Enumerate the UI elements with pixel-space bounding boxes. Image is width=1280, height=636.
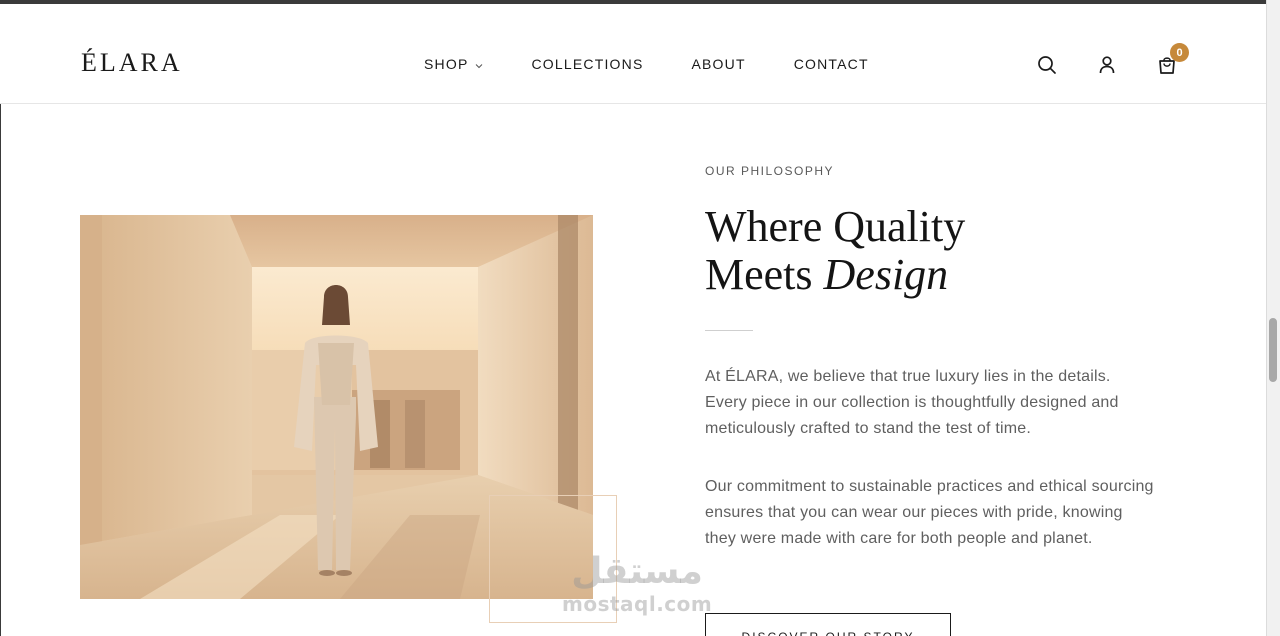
nav-item-collections[interactable]: COLLECTIONS [531,56,643,72]
main-nav: SHOP COLLECTIONS ABOUT CONTACT [424,56,869,72]
nav-item-shop[interactable]: SHOP [424,56,483,72]
scrollbar-thumb[interactable] [1269,318,1277,382]
discover-story-button[interactable]: DISCOVER OUR STORY [705,613,951,636]
page-scrollbar[interactable] [1266,0,1280,636]
divider [705,330,753,331]
philosophy-paragraph-2: Our commitment to sustainable practices … [705,478,1154,547]
nav-item-contact[interactable]: CONTACT [794,56,869,72]
watermark: مستقل mostaql.com [562,551,713,617]
headline-line2-plain: Meets [705,250,824,299]
search-icon[interactable] [1036,54,1058,76]
philosophy-paragraph-1: At ÉLARA, we believe that true luxury li… [705,368,1119,437]
watermark-arabic: مستقل [571,551,703,592]
brand-logo[interactable]: ÉLARA [81,48,183,78]
user-icon[interactable] [1096,54,1118,76]
section-headline: Where Quality Meets Design [705,203,965,299]
watermark-latin: mostaql.com [562,592,713,616]
headline-line1: Where Quality [705,202,966,251]
cart-count-badge: 0 [1170,43,1189,62]
headline-line2-italic: Design [823,250,949,299]
section-eyebrow: OUR PHILOSOPHY [705,164,835,178]
chevron-down-icon [475,56,483,72]
header-actions [1036,54,1178,76]
site-header: ÉLARA SHOP COLLECTIONS ABOUT CONTACT [0,4,1266,104]
nav-item-shop-label: SHOP [424,56,469,72]
nav-item-about[interactable]: ABOUT [691,56,745,72]
